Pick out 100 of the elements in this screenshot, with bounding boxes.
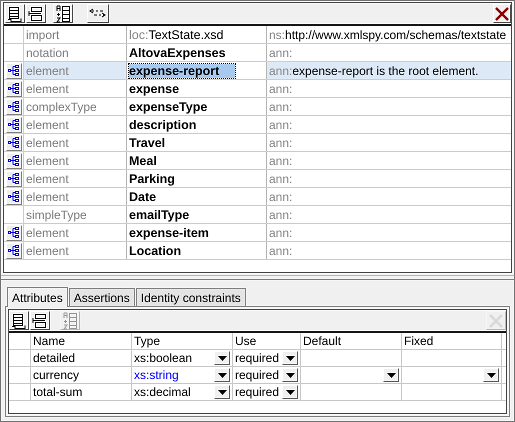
component-name: Meal xyxy=(129,154,157,168)
delete-icon xyxy=(489,314,503,328)
component-row[interactable]: complexType expenseType ann: xyxy=(4,98,511,116)
tab[interactable]: Identity constraints xyxy=(136,288,246,306)
component-kind: element xyxy=(26,136,69,150)
component-name: expense-report xyxy=(129,64,236,78)
attribute-type: xs:boolean xyxy=(134,351,192,365)
component-row[interactable]: element description ann: xyxy=(4,116,511,134)
component-name: Parking xyxy=(129,172,175,186)
insert-button[interactable] xyxy=(30,311,50,330)
sort-button[interactable] xyxy=(53,4,73,23)
component-details: ann: xyxy=(269,118,292,132)
component-kind: element xyxy=(26,64,69,78)
column-header: Fixed xyxy=(404,334,434,348)
component-row[interactable]: element expense-report ann:expense-report is the root element. xyxy=(4,62,511,80)
column-header: Type xyxy=(134,334,160,348)
component-details: ann: xyxy=(269,244,292,258)
component-row[interactable]: element Location ann: xyxy=(4,242,511,260)
component-row[interactable]: element Travel ann: xyxy=(4,134,511,152)
component-kind: notation xyxy=(26,46,69,60)
attribute-use: required xyxy=(235,351,280,365)
caret-icon xyxy=(218,390,226,394)
component-kind: element xyxy=(26,82,69,96)
caret-icon xyxy=(286,390,294,394)
component-details: ann: xyxy=(269,190,292,204)
tree-icon[interactable] xyxy=(6,152,22,168)
component-name: description xyxy=(129,118,196,132)
component-row[interactable]: element Date ann: xyxy=(4,188,511,206)
dropdown-button[interactable] xyxy=(214,385,230,399)
component-kind: simpleType xyxy=(26,208,87,222)
component-kind: element xyxy=(26,244,69,258)
tab[interactable]: Attributes xyxy=(7,287,68,307)
tree-icon[interactable] xyxy=(6,62,22,78)
component-name: Date xyxy=(129,190,156,204)
dropdown-button[interactable] xyxy=(214,368,230,382)
component-name: expenseType xyxy=(129,100,208,114)
component-name: emailType xyxy=(129,208,190,222)
append-button[interactable] xyxy=(9,311,29,330)
tree-icon[interactable] xyxy=(6,242,22,258)
append-icon xyxy=(7,6,23,22)
component-details: ann: xyxy=(269,154,292,168)
dropdown-button[interactable] xyxy=(282,351,298,365)
component-kind: element xyxy=(26,172,69,186)
component-details: ann: xyxy=(269,46,292,60)
component-row[interactable]: element Parking ann: xyxy=(4,170,511,188)
attribute-type: xs:string xyxy=(134,368,179,382)
caret-icon xyxy=(286,356,294,360)
dropdown-button[interactable] xyxy=(383,368,399,382)
insert-icon xyxy=(32,312,48,328)
tree-icon[interactable] xyxy=(6,98,22,114)
tree-icon[interactable] xyxy=(6,170,22,186)
component-name: Travel xyxy=(129,136,166,150)
component-details: ann: xyxy=(269,136,292,150)
component-kind: element xyxy=(26,226,69,240)
dropdown-button[interactable] xyxy=(282,368,298,382)
append-icon xyxy=(11,312,27,328)
tab[interactable]: Assertions xyxy=(68,288,135,306)
attribute-use: required xyxy=(235,368,280,382)
component-row[interactable]: element expense-item ann: xyxy=(4,224,511,242)
insert-icon xyxy=(28,6,44,22)
component-details: ann: xyxy=(269,226,292,240)
caret-icon xyxy=(486,372,496,378)
tree-icon[interactable] xyxy=(6,80,22,96)
component-kind: import xyxy=(26,28,60,42)
component-details: ann:expense-report is the root element. xyxy=(269,64,478,78)
sort-icon xyxy=(55,4,71,22)
component-name: AltovaExpenses xyxy=(129,46,226,60)
append-button[interactable] xyxy=(5,4,25,23)
comment-button[interactable] xyxy=(87,4,109,23)
component-name: Location xyxy=(129,244,182,258)
dropdown-button[interactable] xyxy=(282,385,298,399)
tree-icon[interactable] xyxy=(6,188,22,204)
close-button[interactable] xyxy=(493,4,511,23)
component-name: loc:TextState.xsd xyxy=(129,28,224,42)
caret-icon xyxy=(218,356,226,360)
component-row[interactable]: simpleType emailType ann: xyxy=(4,206,511,224)
tree-icon[interactable] xyxy=(6,116,22,132)
comment-icon xyxy=(89,6,107,20)
attribute-name: total-sum xyxy=(33,385,82,399)
component-row[interactable]: element expense ann: xyxy=(4,80,511,98)
tree-icon[interactable] xyxy=(6,224,22,240)
insert-button[interactable] xyxy=(26,4,46,23)
dropdown-button[interactable] xyxy=(214,351,230,365)
component-details: ann: xyxy=(269,208,292,222)
component-row[interactable]: element Meal ann: xyxy=(4,152,511,170)
attribute-use: required xyxy=(235,385,280,399)
column-header: Default xyxy=(303,334,342,348)
component-kind: element xyxy=(26,118,69,132)
dropdown-button[interactable] xyxy=(483,368,499,382)
component-row[interactable]: import loc:TextState.xsd ns:http://www.xmlspy.com/schemas/textstate xyxy=(4,26,511,44)
tree-icon[interactable] xyxy=(6,134,22,150)
component-kind: element xyxy=(26,190,69,204)
component-kind: element xyxy=(26,154,69,168)
component-kind: complexType xyxy=(26,100,97,114)
attribute-name: currency xyxy=(33,368,80,382)
attribute-name: detailed xyxy=(33,351,76,365)
component-name: expense-item xyxy=(129,226,209,240)
component-details: ns:http://www.xmlspy.com/schemas/textstate xyxy=(269,28,506,42)
component-name: expense xyxy=(129,82,180,96)
column-header: Use xyxy=(235,334,256,348)
